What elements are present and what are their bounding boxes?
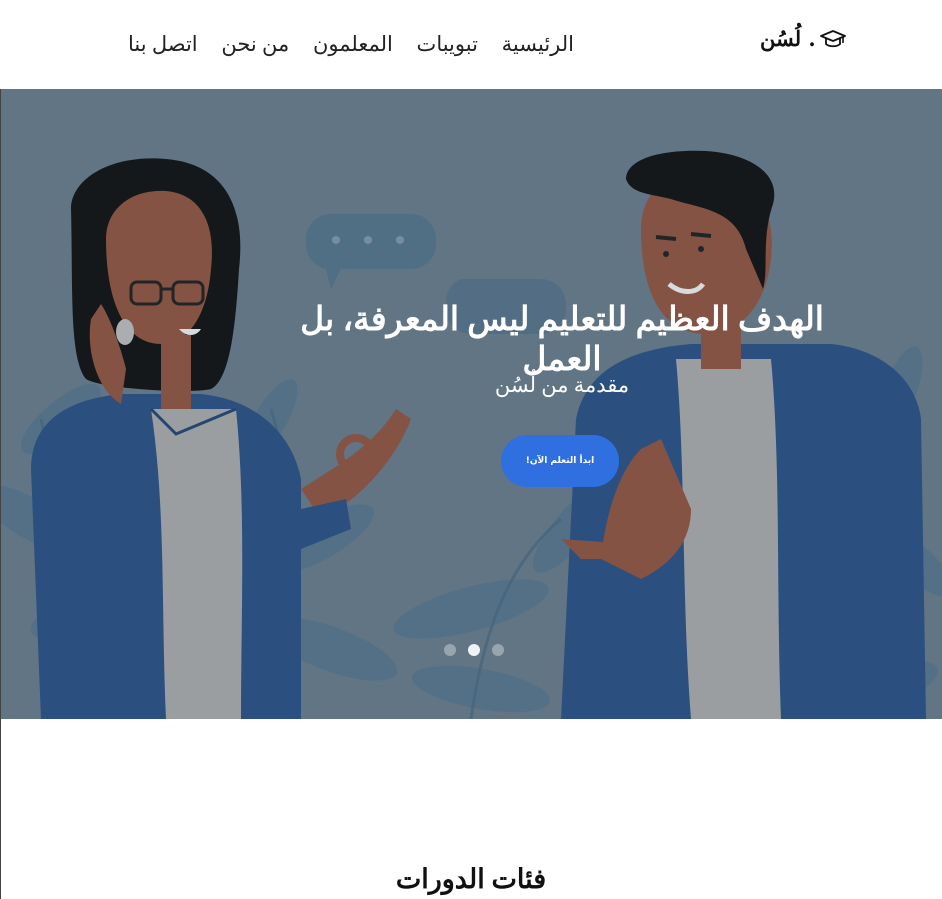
nav-item-home[interactable]: الرئيسية <box>502 32 574 57</box>
hero-overlay <box>1 89 942 719</box>
nav-item-contact[interactable]: اتصل بنا <box>128 32 198 57</box>
brand-logo[interactable]: لُسُن . <box>760 26 846 51</box>
hero-heading: الهدف العظيم للتعليم ليس المعرفة، بل الع… <box>300 302 824 378</box>
start-learning-button[interactable]: ابدأ التعلم الآن! <box>501 435 619 487</box>
hero-subheading: مقدمة من لُسُن <box>494 373 630 397</box>
nav-item-teachers[interactable]: المعلمون <box>313 32 393 57</box>
carousel-dot-3[interactable] <box>492 644 504 656</box>
course-categories-title: فئات الدورات <box>395 864 547 894</box>
carousel-dot-1[interactable] <box>444 644 456 656</box>
graduation-cap-icon <box>819 29 846 47</box>
carousel-indicators <box>444 644 504 656</box>
nav-item-tabs[interactable]: تبويبات <box>417 32 478 57</box>
carousel-dot-2[interactable] <box>468 644 480 656</box>
hero-carousel: الهدف العظيم للتعليم ليس المعرفة، بل الع… <box>1 89 942 719</box>
brand-name: لُسُن . <box>760 26 816 51</box>
navbar: لُسُن . الرئيسية تبويبات المعلمون من نحن… <box>0 0 942 89</box>
nav-item-about[interactable]: من نحن <box>221 32 289 57</box>
nav-menu: الرئيسية تبويبات المعلمون من نحن اتصل بن… <box>128 32 574 57</box>
